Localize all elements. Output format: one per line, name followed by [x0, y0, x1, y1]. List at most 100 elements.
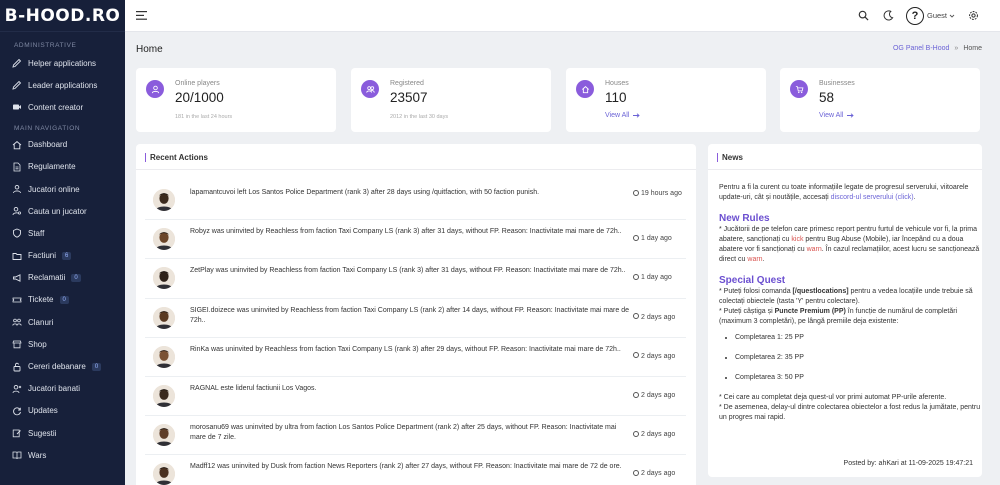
news-panel: News Pentru a fi la curent cu toate info… [708, 144, 982, 477]
shopping-cart-icon [790, 80, 808, 98]
sidebar-item-shop[interactable]: Shop [0, 333, 125, 355]
action-text: Robyz was uninvited by Reachless from fa… [190, 228, 622, 236]
sidebar-item-clanuri[interactable]: Clanuri [0, 311, 125, 333]
timestamp-text: 2 days ago [641, 313, 676, 321]
sidebar-item-jucatori-banati[interactable]: Jucatori banati [0, 378, 125, 400]
view-all-businesses-link[interactable]: View All [819, 112, 855, 119]
sidebar-item-cereri-debanare[interactable]: Cereri debanare 0 [0, 355, 125, 377]
user-x-icon [12, 384, 22, 394]
sidebar-item-staff[interactable]: Staff [0, 222, 125, 244]
list-item: Robyz was uninvited by Reachless from fa… [145, 220, 686, 260]
sidebar-item-label: Dashboard [28, 140, 68, 150]
sidebar-item-factiuni[interactable]: Factiuni 6 [0, 245, 125, 267]
dark-mode-moon-icon[interactable] [883, 10, 894, 21]
megaphone-icon [12, 273, 22, 283]
view-all-label: View All [605, 112, 630, 119]
sidebar-item-content-creator[interactable]: Content creator [0, 96, 125, 118]
stat-label: Online players [175, 80, 220, 87]
stat-subtext: 181 in the last 24 hours [175, 114, 233, 120]
clock-icon [633, 391, 639, 398]
sidebar-item-sugestii[interactable]: Sugestii [0, 422, 125, 444]
site-logo[interactable]: B-HOOD.RO [0, 0, 125, 32]
action-text: lapamantcuvoi left Los Santos Police Dep… [190, 189, 540, 196]
sidebar-item-cauta-un-jucator[interactable]: Cauta un jucator [0, 200, 125, 222]
pencil-icon [12, 80, 22, 90]
timestamp-text: 2 days ago [641, 470, 676, 478]
sidebar-item-label: Regulamente [28, 162, 76, 172]
arrow-right-icon [633, 113, 641, 118]
users-icon [361, 80, 379, 98]
sidebar-item-dashboard[interactable]: Dashboard [0, 134, 125, 156]
user-search-icon [12, 206, 22, 216]
avatar [153, 345, 175, 368]
timestamp-text: 19 hours ago [641, 190, 682, 197]
timestamp-text: 1 day ago [641, 235, 672, 243]
section-title-administrative: ADMINISTRATIVE [14, 42, 77, 49]
home-icon [12, 140, 22, 150]
action-text: RinKa was uninvited by Reachless from fa… [190, 345, 621, 353]
sidebar-item-helper-applications[interactable]: Helper applications [0, 52, 125, 74]
new-rules-heading: New Rules [719, 213, 770, 224]
clock-icon [633, 352, 639, 359]
view-all-houses-link[interactable]: View All [605, 112, 641, 119]
stat-label: Houses [605, 80, 629, 87]
sidebar-item-reclamatii[interactable]: Reclamatii 0 [0, 267, 125, 289]
book-icon [12, 450, 22, 460]
quest-command-text: * Puteți folosi comanda [/questlocations… [719, 288, 973, 305]
help-icon[interactable]: ? [906, 7, 924, 25]
discord-link[interactable]: discord-ul serverului (click) [831, 194, 914, 201]
sidebar-item-tickete[interactable]: Tickete 0 [0, 289, 125, 311]
action-timestamp: 1 day ago [633, 234, 683, 244]
action-timestamp: 1 day ago [633, 273, 683, 283]
stat-label: Businesses [819, 80, 855, 87]
new-rules-text: * Jucătorii de pe telefon care primesc r… [719, 226, 980, 263]
search-icon[interactable] [858, 10, 869, 21]
sidebar-item-wars[interactable]: Wars [0, 444, 125, 466]
list-item: Completarea 3: 50 PP [735, 373, 981, 383]
avatar [153, 189, 175, 211]
breadcrumb-link[interactable]: OG Panel B-Hood [893, 45, 949, 52]
action-text: SIGEI.doizece was uninvited by Reachless… [190, 306, 630, 324]
user-icon [146, 80, 164, 98]
sidebar-item-label: Reclamatii [28, 273, 66, 283]
unlock-icon [12, 362, 22, 372]
action-text: morosanu69 was uninvited by ultra from f… [190, 424, 617, 442]
main-nav: Dashboard Regulamente Jucatori online Cauta… [0, 134, 125, 467]
sidebar-item-updates[interactable]: Updates [0, 400, 125, 422]
list-item: Completarea 2: 35 PP [735, 353, 981, 363]
sidebar-item-label: Staff [28, 228, 45, 238]
view-all-label: View All [819, 112, 844, 119]
sidebar-item-jucatori-online[interactable]: Jucatori online [0, 178, 125, 200]
admin-nav: Helper applications Leader applications Co… [0, 52, 125, 119]
panel-divider [708, 169, 982, 170]
clock-icon [633, 430, 639, 437]
clock-icon [633, 189, 639, 196]
list-item: morosanu69 was uninvited by ultra from f… [145, 416, 686, 456]
sidebar-item-label: Factiuni [28, 251, 57, 261]
sidebar-item-label: Content creator [28, 102, 84, 112]
action-timestamp: 2 days ago [633, 430, 683, 440]
sidebar-item-label: Cereri debanare [28, 362, 86, 372]
ticket-icon [12, 295, 22, 305]
stat-value: 58 [819, 90, 835, 105]
clock-icon [633, 469, 639, 476]
list-item: ZetPlay was uninvited by Reachless from … [145, 259, 686, 299]
avatar [153, 267, 175, 290]
user-menu[interactable]: Guest [927, 11, 955, 20]
sidebar-item-regulamente[interactable]: Regulamente [0, 156, 125, 178]
settings-gear-icon[interactable] [968, 10, 979, 21]
menu-toggle-icon[interactable] [136, 11, 147, 20]
avatar [153, 385, 175, 407]
action-text: Madff12 was uninvited by Dusk from facti… [190, 463, 622, 471]
folder-icon [12, 251, 22, 261]
refresh-icon [12, 406, 22, 416]
action-text: ZetPlay was uninvited by Reachless from … [190, 267, 626, 275]
sidebar-item-label: Clanuri [28, 317, 54, 327]
video-icon [12, 102, 22, 112]
list-item: Completarea 1: 25 PP [735, 333, 981, 343]
arrow-right-icon [847, 113, 855, 118]
sidebar-item-label: Shop [28, 339, 47, 349]
stat-value: 110 [605, 90, 627, 105]
avatar [153, 424, 175, 447]
sidebar-item-leader-applications[interactable]: Leader applications [0, 74, 125, 96]
